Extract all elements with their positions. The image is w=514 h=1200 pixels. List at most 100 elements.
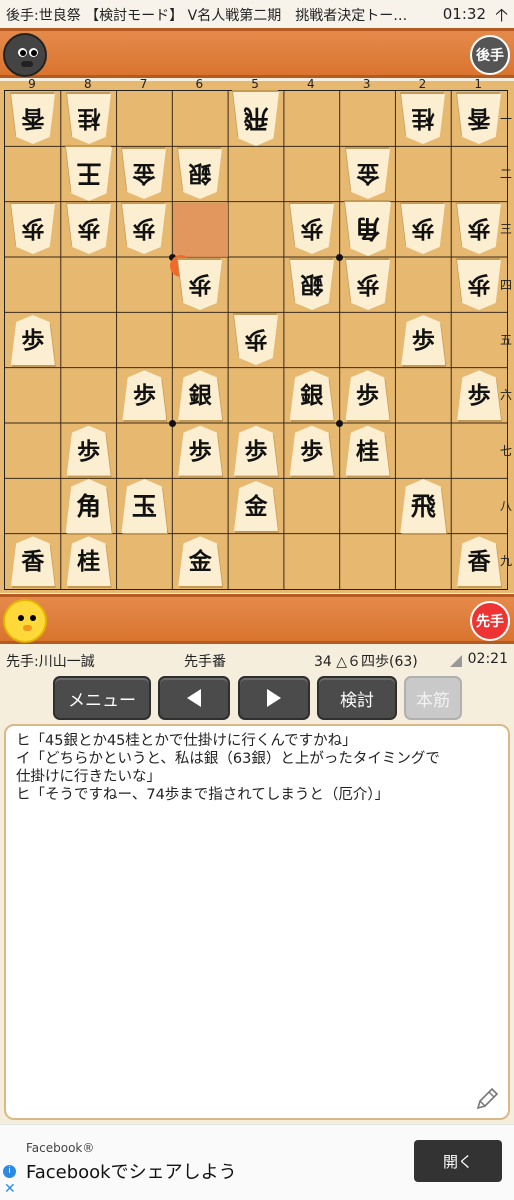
control-buttons: メニュー 検討 本筋 — [0, 676, 514, 722]
mainline-button[interactable]: 本筋 — [404, 676, 462, 720]
piece-sente-25[interactable]: 歩 — [401, 315, 447, 367]
piece-gote-81[interactable]: 桂 — [67, 94, 111, 144]
turn-indicator: 先手番 — [184, 654, 226, 670]
piece-label: 桂 — [356, 437, 380, 465]
ad-close-icon[interactable]: ✕ — [4, 1181, 16, 1197]
game-info-line: 先手:川山一誠 先手番 34 △６四歩(63) 02:21 — [0, 648, 514, 670]
piece-sente-95[interactable]: 歩 — [10, 315, 56, 367]
status-bar: 後手:世良祭 【検討モード】 V名人戦第二期 挑戦者決定トー… 01:32 🡡 — [0, 0, 514, 28]
piece-gote-21[interactable]: 桂 — [401, 94, 445, 144]
piece-label: 歩 — [300, 215, 324, 243]
file-number: 6 — [195, 77, 204, 91]
sente-chick-avatar — [3, 599, 47, 643]
piece-sente-87[interactable]: 歩 — [66, 425, 112, 478]
file-number: 9 — [28, 77, 36, 91]
last-move-from-highlight — [173, 202, 229, 257]
comment-box[interactable]: ヒ「45銀とか45桂とかで仕掛けに行くんですかね」 イ「どちらかというと、私は銀… — [4, 724, 510, 1120]
piece-gote-43[interactable]: 歩 — [290, 204, 334, 254]
file-number: 8 — [83, 77, 92, 91]
piece-gote-82[interactable]: 王 — [66, 147, 112, 201]
star-point — [168, 419, 176, 427]
piece-sente-89[interactable]: 桂 — [66, 536, 112, 589]
piece-gote-91[interactable]: 香 — [11, 94, 55, 144]
piece-gote-33[interactable]: 角 — [345, 202, 391, 256]
piece-label: 王 — [76, 159, 102, 188]
prev-move-button[interactable] — [158, 676, 230, 720]
gote-crow-avatar — [3, 33, 47, 77]
piece-gote-62[interactable]: 銀 — [178, 149, 222, 199]
piece-gote-51[interactable]: 飛 — [233, 92, 279, 146]
sente-badge: 先手 — [470, 601, 510, 641]
piece-sente-37[interactable]: 桂 — [345, 425, 391, 478]
piece-label: 歩 — [188, 270, 212, 298]
piece-label: 歩 — [411, 327, 435, 354]
piece-sente-36[interactable]: 歩 — [345, 370, 391, 423]
shogi-board[interactable]: 香桂飛桂香王金銀金歩歩歩歩角歩歩歩銀歩歩歩歩歩歩銀銀歩歩歩歩歩歩桂角玉金飛香桂金… — [4, 90, 508, 590]
gote-badge: 後手 — [470, 35, 510, 75]
file-number: 3 — [362, 77, 371, 91]
review-button[interactable]: 検討 — [317, 676, 397, 720]
piece-sente-66[interactable]: 銀 — [178, 370, 224, 423]
piece-sente-28[interactable]: 飛 — [400, 479, 448, 535]
piece-sente-58[interactable]: 金 — [234, 481, 279, 533]
piece-gote-32[interactable]: 金 — [346, 149, 390, 199]
piece-gote-64[interactable]: 歩 — [178, 260, 222, 310]
piece-sente-46[interactable]: 銀 — [289, 370, 335, 423]
piece-sente-88[interactable]: 角 — [65, 479, 113, 535]
piece-label: 銀 — [188, 160, 212, 187]
file-number: 2 — [418, 77, 427, 91]
game-title: 後手:世良祭 【検討モード】 V名人戦第二期 挑戦者決定トー… — [6, 8, 408, 24]
piece-gote-72[interactable]: 金 — [122, 149, 166, 199]
piece-label: 金 — [132, 160, 156, 187]
piece-gote-34[interactable]: 歩 — [346, 260, 390, 310]
sente-player-name: 先手:川山一誠 — [6, 654, 95, 670]
piece-sente-99[interactable]: 香 — [10, 536, 56, 589]
piece-gote-83[interactable]: 歩 — [67, 204, 111, 254]
pencil-icon[interactable] — [474, 1086, 500, 1112]
piece-gote-11[interactable]: 香 — [457, 94, 501, 144]
piece-sente-57[interactable]: 歩 — [234, 425, 279, 478]
ad-info-icon[interactable]: i — [3, 1165, 16, 1178]
file-number: 5 — [251, 77, 259, 91]
piece-label: 香 — [467, 104, 491, 132]
sente-hand-bar: 先手 — [0, 594, 514, 644]
gote-hand-bar: 後手 — [0, 28, 514, 78]
piece-gote-13[interactable]: 歩 — [457, 204, 501, 254]
piece-label: 歩 — [356, 270, 380, 298]
piece-label: 歩 — [411, 215, 435, 243]
next-move-button[interactable] — [238, 676, 310, 720]
piece-gote-23[interactable]: 歩 — [401, 204, 445, 254]
comment-line: イ「どちらかというと、私は銀（63銀）と上がったタイミングで 仕掛けに行きたいな… — [16, 751, 440, 785]
board-area: 987654321 一二三四五六七八九 香桂飛桂香王金銀金歩歩歩歩角歩歩歩銀歩歩… — [0, 77, 514, 593]
piece-sente-76[interactable]: 歩 — [122, 370, 168, 423]
piece-gote-55[interactable]: 歩 — [234, 315, 278, 365]
piece-gote-44[interactable]: 銀 — [290, 260, 334, 310]
menu-button[interactable]: メニュー — [53, 676, 151, 720]
right-arrow-icon — [267, 689, 281, 707]
piece-gote-73[interactable]: 歩 — [122, 204, 166, 254]
piece-label: 香 — [467, 548, 491, 576]
file-number: 7 — [139, 77, 148, 91]
piece-sente-19[interactable]: 香 — [457, 536, 503, 589]
piece-label: 歩 — [244, 437, 268, 465]
ad-banner[interactable]: i ✕ Facebook® Facebookでシェアしよう 開く — [0, 1124, 514, 1200]
piece-label: 香 — [21, 104, 45, 132]
piece-sente-67[interactable]: 歩 — [178, 425, 224, 478]
piece-label: 歩 — [300, 437, 324, 465]
piece-sente-16[interactable]: 歩 — [457, 370, 503, 423]
piece-label: 香 — [21, 548, 45, 576]
current-move: 34 △６四歩(63) — [314, 654, 418, 670]
ad-open-button[interactable]: 開く — [414, 1140, 502, 1182]
piece-sente-47[interactable]: 歩 — [289, 425, 335, 478]
piece-label: 歩 — [467, 270, 491, 298]
star-point — [336, 419, 344, 427]
piece-gote-14[interactable]: 歩 — [457, 260, 501, 310]
ad-title: Facebookでシェアしよう — [26, 1162, 237, 1183]
piece-label: 銀 — [300, 382, 324, 410]
piece-sente-69[interactable]: 金 — [178, 536, 224, 589]
piece-gote-93[interactable]: 歩 — [11, 204, 55, 254]
piece-label: 銀 — [300, 270, 324, 298]
piece-label: 金 — [356, 160, 380, 187]
piece-label: 歩 — [356, 382, 380, 410]
piece-sente-78[interactable]: 玉 — [121, 479, 169, 535]
